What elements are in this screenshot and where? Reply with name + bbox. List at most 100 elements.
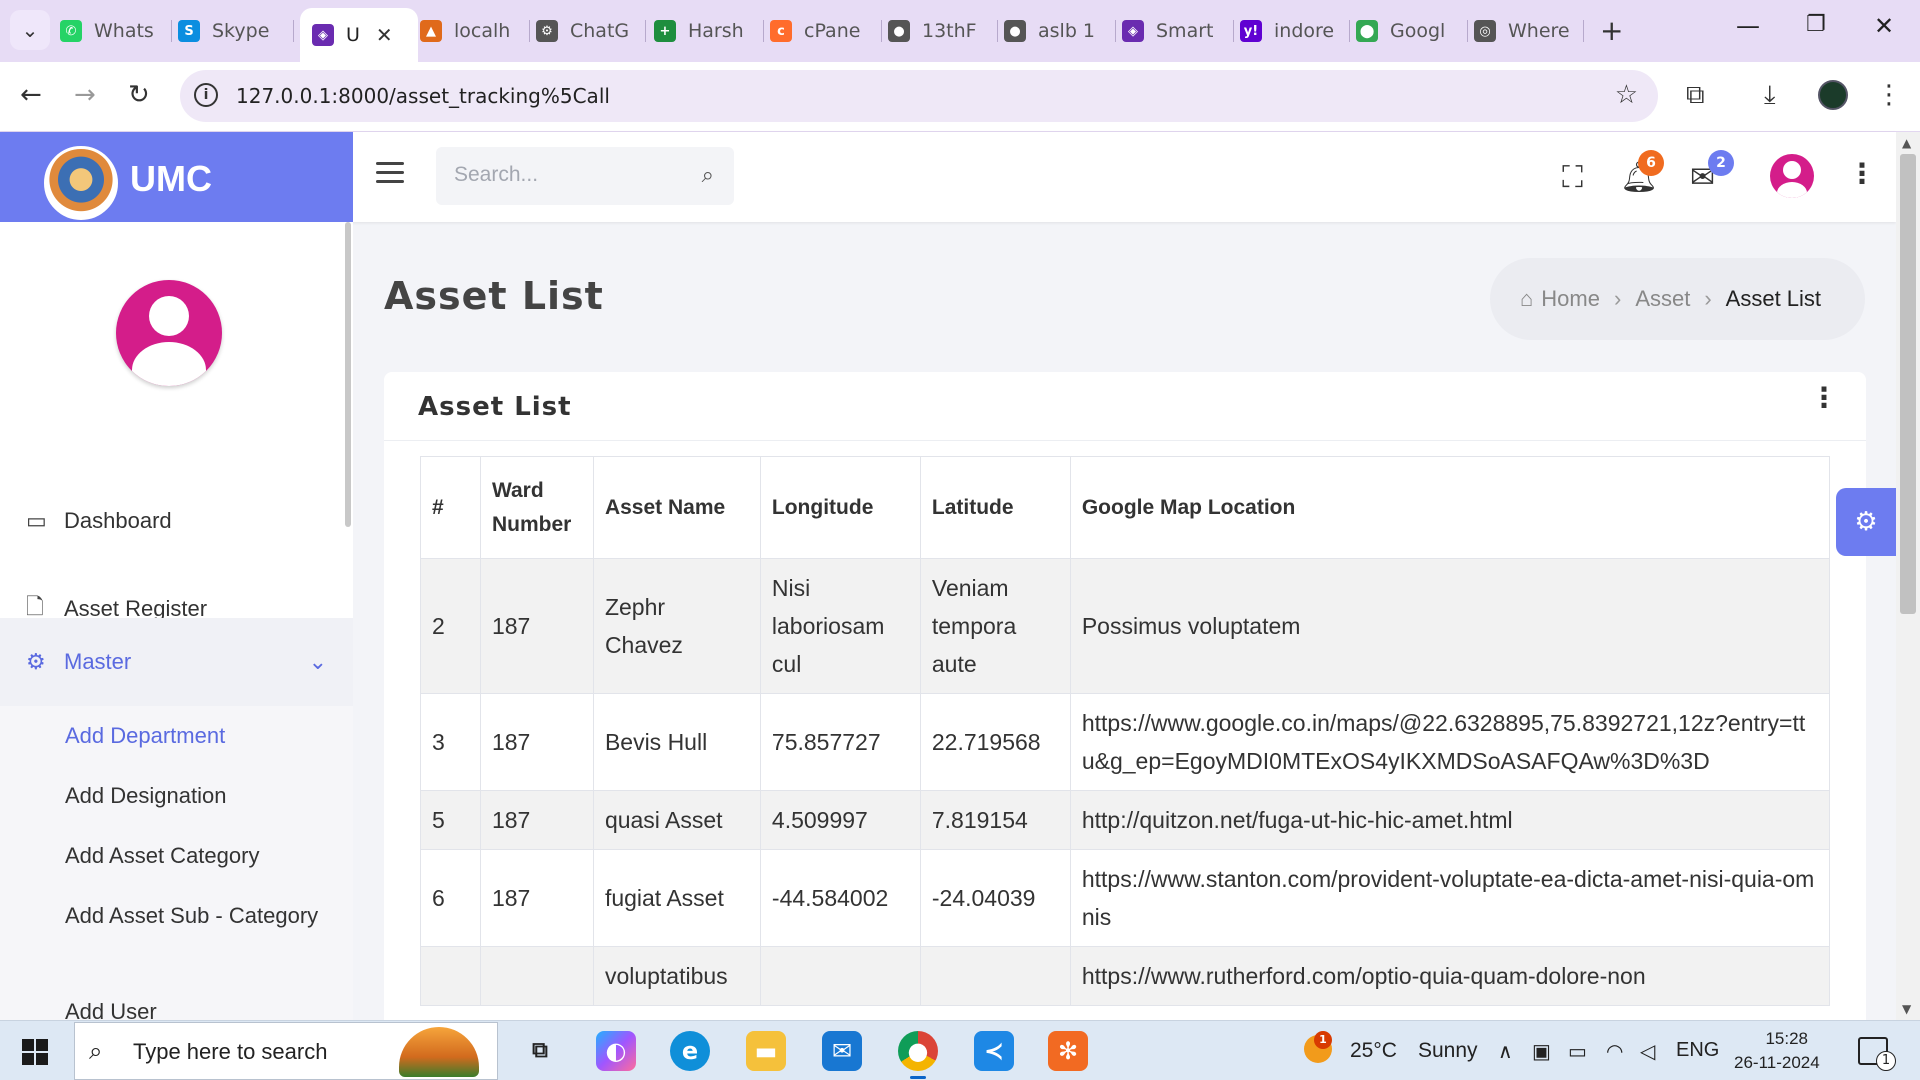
close-window-button[interactable]: ✕ bbox=[1874, 12, 1894, 40]
file-explorer-icon[interactable]: ▬ bbox=[746, 1031, 786, 1071]
table-row[interactable]: 5 187 quasi Asset 4.509997 7.819154 http://qu… bbox=[420, 790, 1831, 850]
sidebar-subitem-add-department[interactable]: Add Department bbox=[65, 718, 325, 754]
table-body: 2 187 Zephr Chavez Nisi laboriosam cul Venia… bbox=[420, 558, 1831, 1006]
extensions-icon[interactable]: ⧉ bbox=[1686, 80, 1705, 111]
minimize-button[interactable]: — bbox=[1736, 12, 1760, 40]
battery-icon[interactable]: ▭ bbox=[1568, 1039, 1587, 1064]
windows-start-icon[interactable] bbox=[22, 1039, 48, 1065]
sidebar-subitem-add-asset-subcategory[interactable]: Add Asset Sub - Category bbox=[65, 898, 325, 934]
table-row[interactable]: 6 187 fugiat Asset -44.584002 -24.04039 https… bbox=[420, 849, 1831, 947]
tray-device-icon[interactable]: ▣ bbox=[1532, 1039, 1551, 1064]
browser-tab[interactable]: ◈ Smart bbox=[1122, 12, 1234, 50]
language-indicator[interactable]: ENG bbox=[1676, 1039, 1719, 1062]
restore-button[interactable]: ❐ bbox=[1806, 12, 1826, 37]
table-row[interactable]: 3 187 Bevis Hull 75.857727 22.719568 https://… bbox=[420, 693, 1831, 791]
tab-label: localh bbox=[454, 20, 511, 42]
brand-area[interactable]: UMC bbox=[0, 132, 353, 222]
volume-icon[interactable]: ◁ bbox=[1640, 1039, 1655, 1064]
address-bar[interactable]: i 127.0.0.1:8000/asset_tracking%5Call ☆ bbox=[180, 70, 1658, 122]
home-icon[interactable]: ⌂ bbox=[1520, 286, 1533, 312]
sidebar-subitem-add-designation[interactable]: Add Designation bbox=[65, 778, 325, 814]
sidebar-subitem-add-asset-category[interactable]: Add Asset Category bbox=[65, 838, 325, 874]
url-text[interactable]: 127.0.0.1:8000/asset_tracking%5Call bbox=[236, 84, 610, 108]
wifi-icon[interactable]: ◠ bbox=[1606, 1039, 1623, 1064]
tab-separator bbox=[171, 20, 172, 42]
task-view-icon[interactable]: ⧉ bbox=[520, 1031, 560, 1071]
site-info-icon[interactable]: i bbox=[194, 83, 218, 107]
browser-tab[interactable]: + Harsh bbox=[654, 12, 764, 50]
scroll-up-icon[interactable]: ▲ bbox=[1902, 136, 1911, 150]
brand-name: UMC bbox=[130, 158, 212, 199]
column-header[interactable]: Longitude bbox=[759, 456, 921, 559]
new-tab-button[interactable]: + bbox=[1600, 14, 1623, 47]
browser-tab[interactable]: ● aslb 1 bbox=[1004, 12, 1116, 50]
column-header[interactable]: Google Map Location bbox=[1069, 456, 1831, 559]
browser-tab[interactable]: ● 13thF bbox=[888, 12, 998, 50]
close-tab-icon[interactable]: ✕ bbox=[376, 23, 393, 47]
column-header[interactable]: Latitude bbox=[919, 456, 1071, 559]
mail-app-icon[interactable]: ✉ bbox=[822, 1031, 862, 1071]
weather-status[interactable]: Sunny bbox=[1418, 1039, 1478, 1063]
sidebar-item-master[interactable]: ⚙ Master ⌄ bbox=[0, 618, 353, 706]
fullscreen-icon[interactable]: ⛶ bbox=[1562, 160, 1583, 195]
vscode-icon[interactable]: ≺ bbox=[974, 1031, 1014, 1071]
browser-tab[interactable]: c cPane bbox=[770, 12, 882, 50]
browser-tab[interactable]: ✆ Whats bbox=[60, 12, 172, 50]
browser-tab[interactable]: y! indore bbox=[1240, 12, 1350, 50]
weather-temp[interactable]: 25°C bbox=[1350, 1039, 1397, 1063]
download-icon[interactable]: ⤓ bbox=[1764, 80, 1776, 111]
forward-button[interactable]: → bbox=[74, 80, 96, 110]
search-icon[interactable]: ⌕ bbox=[702, 163, 714, 188]
card-more-icon[interactable]: ⋮ bbox=[1810, 384, 1838, 412]
table-cell[interactable]: Possimus voluptatem bbox=[1069, 558, 1831, 694]
column-header[interactable]: Ward Number bbox=[479, 456, 594, 559]
back-button[interactable]: ← bbox=[20, 80, 42, 110]
browser-tab[interactable]: ⬤ Googl bbox=[1356, 12, 1468, 50]
browser-tab[interactable]: ◈ U ✕ bbox=[300, 8, 418, 62]
search-input[interactable] bbox=[454, 163, 674, 187]
sidebar-item-dashboard[interactable]: ▭ Dashboard bbox=[0, 486, 353, 556]
user-avatar[interactable] bbox=[1770, 154, 1814, 198]
page-scrollbar[interactable]: ▲ ▼ bbox=[1896, 132, 1920, 1020]
table-cell[interactable]: https://www.rutherford.com/optio-quia-qu… bbox=[1069, 946, 1831, 1006]
browser-profile-avatar[interactable] bbox=[1818, 80, 1848, 110]
menu-toggle-icon[interactable] bbox=[376, 162, 404, 184]
message-badge: 2 bbox=[1708, 150, 1734, 176]
taskbar-search[interactable]: ⌕ Type here to search bbox=[74, 1022, 498, 1080]
chrome-icon[interactable]: ● bbox=[898, 1031, 938, 1079]
reload-button[interactable]: ↻ bbox=[128, 80, 150, 110]
browser-tab[interactable]: ▲ localh bbox=[420, 12, 530, 50]
clock-date[interactable]: 26-11-2024 bbox=[1734, 1051, 1820, 1075]
breadcrumb-home[interactable]: Home bbox=[1541, 286, 1600, 312]
table-cell[interactable]: https://www.stanton.com/provident-volupt… bbox=[1069, 849, 1831, 947]
column-header[interactable]: Asset Name bbox=[592, 456, 761, 559]
table-cell[interactable]: http://quitzon.net/fuga-ut-hic-hic-amet.… bbox=[1069, 790, 1831, 850]
header-more-icon[interactable]: ⋮ bbox=[1848, 160, 1876, 188]
browser-tab[interactable]: S Skype bbox=[178, 12, 294, 50]
table-cell: 187 bbox=[479, 849, 594, 947]
sidebar-subitem-add-user[interactable]: Add User bbox=[65, 994, 325, 1020]
browser-tab[interactable]: ◎ Where bbox=[1474, 12, 1584, 50]
chevron-down-icon[interactable]: ⌄ bbox=[309, 649, 327, 675]
table-cell[interactable]: https://www.google.co.in/maps/@22.632889… bbox=[1069, 693, 1831, 791]
browser-menu-icon[interactable]: ⋮ bbox=[1876, 80, 1902, 110]
tab-favicon-icon: ◈ bbox=[312, 24, 334, 46]
settings-gear-button[interactable]: ⚙ bbox=[1836, 488, 1896, 556]
xampp-icon[interactable]: ✻ bbox=[1048, 1031, 1088, 1071]
table-row[interactable]: 2 187 Zephr Chavez Nisi laboriosam cul Venia… bbox=[420, 558, 1831, 694]
edge-icon[interactable]: e bbox=[670, 1031, 710, 1071]
tab-search-button[interactable]: ⌄ bbox=[10, 10, 50, 50]
scrollbar-thumb[interactable] bbox=[1900, 154, 1916, 614]
clock-time[interactable]: 15:28 bbox=[1736, 1027, 1808, 1051]
browser-tab[interactable]: ⚙ ChatG bbox=[536, 12, 646, 50]
tab-separator bbox=[1349, 20, 1350, 42]
copilot-icon[interactable]: ◐ bbox=[596, 1031, 636, 1071]
column-header[interactable]: # bbox=[420, 456, 481, 559]
tab-separator bbox=[881, 20, 882, 42]
sidebar-scrollbar[interactable] bbox=[345, 222, 351, 527]
breadcrumb-asset[interactable]: Asset bbox=[1635, 286, 1690, 312]
scroll-down-icon[interactable]: ▼ bbox=[1902, 1002, 1911, 1016]
tray-chevron-icon[interactable]: ∧ bbox=[1498, 1039, 1513, 1064]
bookmark-star-icon[interactable]: ☆ bbox=[1615, 80, 1638, 110]
table-row[interactable]: voluptatibus https://www.rutherford.com/o… bbox=[420, 946, 1831, 1006]
